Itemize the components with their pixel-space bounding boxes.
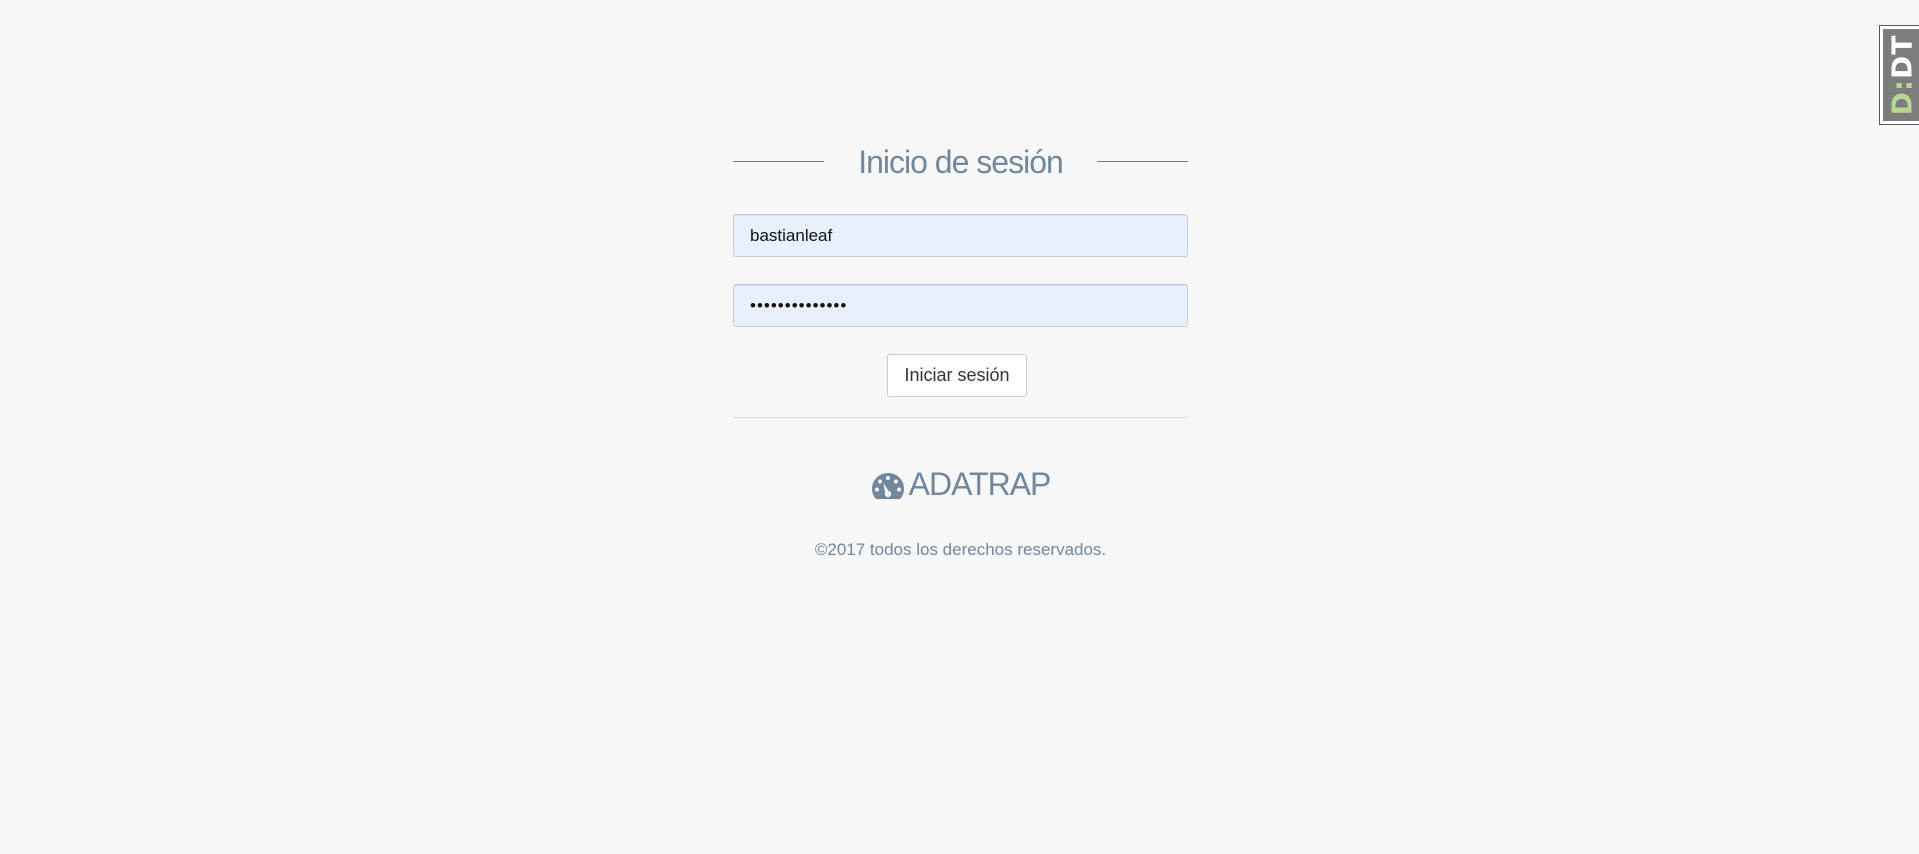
password-field[interactable] bbox=[733, 284, 1188, 327]
heading-rule-right bbox=[1097, 161, 1188, 162]
form-separator bbox=[733, 417, 1188, 418]
login-button[interactable]: Iniciar sesión bbox=[887, 354, 1027, 397]
copyright-text: ©2017 todos los derechos reservados. bbox=[814, 540, 1107, 559]
brand: ADATRAP bbox=[733, 462, 1188, 506]
debug-toolbar-label: D:DT bbox=[1885, 34, 1918, 116]
login-page: Inicio de sesión Iniciar sesión ADATRAP … bbox=[0, 0, 1919, 854]
login-heading: Inicio de sesión bbox=[733, 140, 1188, 184]
debug-toolbar-logo: D:DT bbox=[1883, 29, 1919, 121]
brand-name: ADATRAP bbox=[908, 465, 1052, 502]
username-field[interactable] bbox=[733, 214, 1188, 257]
debug-toolbar-handle[interactable]: D:DT bbox=[1879, 25, 1919, 125]
dashboard-gauge-icon bbox=[871, 473, 904, 499]
page-title: Inicio de sesión bbox=[858, 144, 1064, 180]
